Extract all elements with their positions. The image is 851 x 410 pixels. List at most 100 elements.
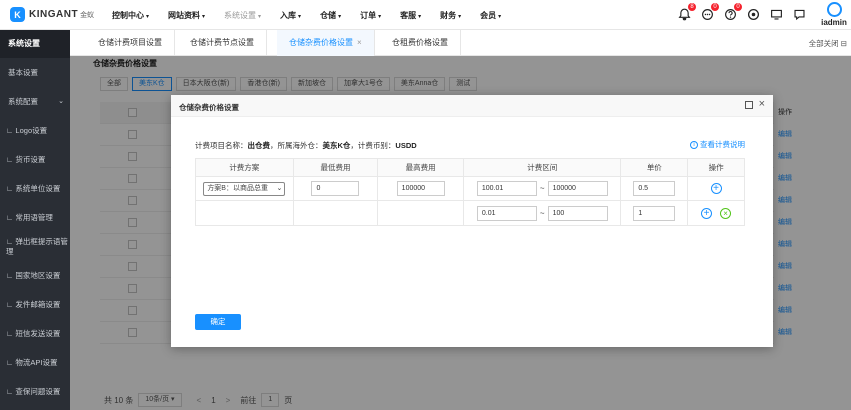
close-icon[interactable]: × bbox=[759, 98, 765, 110]
info-label: ，所属海外仓： bbox=[270, 141, 323, 150]
sidebar-item-popup-messages[interactable]: ∟ 弹出框提示语管理 bbox=[0, 232, 70, 261]
sidebar-item-insurance[interactable]: ∟ 查保问题设置 bbox=[0, 377, 70, 406]
sidebar-item-regions[interactable]: ∟ 国家地区设置 bbox=[0, 261, 70, 290]
topnav-label: 会员 bbox=[480, 11, 497, 20]
max-fee-input[interactable]: 100000 bbox=[396, 181, 445, 196]
page-tabs: 仓储计费项目设置 仓储计费节点设置 仓储杂费价格设置 × 仓租费价格设置 全部关闭… bbox=[70, 30, 851, 56]
chevron-down-icon: ⌄ bbox=[276, 184, 283, 192]
sidebar-item-phrases[interactable]: ∟ 常用语管理 bbox=[0, 203, 70, 232]
chevron-down-icon: ▾ bbox=[338, 14, 342, 20]
logo-mark: K bbox=[10, 7, 25, 22]
price-input[interactable]: 1 bbox=[633, 205, 676, 221]
tab-billing-nodes[interactable]: 仓储计费节点设置 bbox=[178, 30, 267, 56]
topnav-site-data[interactable]: 网站资料 ▾ bbox=[168, 10, 205, 21]
info-icon: i bbox=[690, 140, 698, 149]
tab-label: 仓储杂费价格设置 bbox=[289, 38, 353, 47]
chevron-down-icon: ▾ bbox=[418, 14, 422, 20]
price-settings-dialog: 仓储杂费价格设置 × 计费项目名称：出仓费，所属海外仓：美东K仓，计费币别：US… bbox=[171, 95, 773, 347]
sidebar-item-system-config[interactable]: 系统配置 ⌄ bbox=[0, 87, 70, 116]
chevron-down-icon: ▾ bbox=[258, 14, 262, 20]
topnav-storage[interactable]: 仓储 ▾ bbox=[320, 10, 341, 21]
table-header: 计费方案 最低费用 最高费用 计费区间 单价 操作 bbox=[196, 159, 744, 177]
topnav-members[interactable]: 会员 ▾ bbox=[480, 10, 501, 21]
column-header: 最低费用 bbox=[294, 159, 379, 176]
user-menu[interactable]: iadmin bbox=[820, 2, 848, 27]
topnav-inbound[interactable]: 入库 ▾ bbox=[280, 10, 301, 21]
sidebar-item-logo[interactable]: ∟ Logo设置 bbox=[0, 116, 70, 145]
sidebar-item-units[interactable]: ∟ 系统单位设置 bbox=[0, 174, 70, 203]
currency-code: USDD bbox=[395, 141, 417, 150]
table-row: 0.01 ~ 100 1 + × bbox=[196, 201, 744, 225]
column-header: 操作 bbox=[708, 163, 724, 172]
tab-billing-items[interactable]: 仓储计费项目设置 bbox=[86, 30, 175, 56]
help-badge: 0 bbox=[734, 3, 742, 11]
message-badge: 0 bbox=[711, 3, 719, 11]
scheme-select[interactable]: 方案B：以商品总重 ⌄ bbox=[203, 181, 286, 196]
dialog-header: 仓储杂费价格设置 × bbox=[171, 95, 773, 117]
min-fee-input[interactable]: 0 bbox=[311, 181, 360, 196]
sidebar-item-logistics-api[interactable]: ∟ 物流API设置 bbox=[0, 348, 70, 377]
remove-row-icon[interactable]: × bbox=[720, 207, 732, 219]
logo-text: KINGANT bbox=[29, 9, 79, 20]
sidebar-item-basic-settings[interactable]: 基本设置 bbox=[0, 58, 70, 87]
column-header: 计费方案 bbox=[196, 159, 294, 176]
range-cell: 100.01 ~ 100000 bbox=[464, 177, 622, 200]
range-cell: 0.01 ~ 100 bbox=[464, 201, 622, 225]
close-all-tabs-button[interactable]: 全部关闭 ⊟ bbox=[809, 38, 847, 49]
monitor-icon[interactable] bbox=[768, 6, 785, 23]
maximize-icon[interactable] bbox=[745, 101, 753, 109]
topnav-label: 财务 bbox=[440, 11, 457, 20]
range-from-input[interactable]: 0.01 bbox=[476, 205, 537, 221]
confirm-button[interactable]: 确定 bbox=[195, 314, 241, 330]
top-nav: 控制中心 ▾ 网站资料 ▾ 系统设置 ▾ 入库 ▾ 仓储 ▾ 订单 ▾ 客服 ▾ 财务 ▾ 会员… bbox=[112, 10, 520, 21]
chevron-down-icon: ▾ bbox=[298, 14, 302, 20]
range-separator: ~ bbox=[539, 208, 545, 218]
column-header: 单价 bbox=[621, 159, 689, 176]
topnav-label: 仓储 bbox=[320, 11, 337, 20]
fee-range-table: 计费方案 最低费用 最高费用 计费区间 单价 操作 方案B：以商品总重 ⌄ 0 1… bbox=[195, 158, 745, 226]
topnav-finance[interactable]: 财务 ▾ bbox=[440, 10, 461, 21]
target-icon[interactable] bbox=[745, 6, 762, 23]
column-header: 计费区间 bbox=[464, 159, 622, 176]
message-icon[interactable]: 0 bbox=[699, 3, 719, 23]
max-fee-cell bbox=[378, 201, 465, 225]
topnav-control-center[interactable]: 控制中心 ▾ bbox=[112, 10, 149, 21]
max-fee-cell: 100000 bbox=[378, 177, 465, 200]
min-fee-cell bbox=[294, 201, 379, 225]
range-to-input[interactable]: 100 bbox=[547, 205, 608, 221]
table-row: 方案B：以商品总重 ⌄ 0 100000 100.01 ~ 100000 0.5 … bbox=[196, 177, 744, 201]
tab-misc-fee-price[interactable]: 仓储杂费价格设置 × bbox=[277, 30, 375, 56]
bell-icon[interactable]: 8 bbox=[676, 3, 696, 23]
close-icon[interactable]: × bbox=[357, 38, 362, 47]
warehouse-name: 美东K仓 bbox=[322, 141, 351, 150]
chevron-down-icon: ▾ bbox=[498, 14, 502, 20]
sidebar-item-currency[interactable]: ∟ 货币设置 bbox=[0, 145, 70, 174]
range-to-input[interactable]: 100000 bbox=[547, 181, 608, 196]
sidebar-item-label: 系统配置 bbox=[8, 97, 38, 106]
chevron-down-icon: ▾ bbox=[378, 14, 382, 20]
tab-rent-price[interactable]: 仓租费价格设置 bbox=[380, 30, 461, 56]
action-cell: + × bbox=[688, 201, 744, 225]
app-logo[interactable]: K KINGANT 金蚁 bbox=[10, 7, 94, 22]
add-row-icon[interactable]: + bbox=[710, 183, 722, 194]
help-icon[interactable]: 0 bbox=[722, 3, 742, 23]
topnav-orders[interactable]: 订单 ▾ bbox=[360, 10, 381, 21]
chevron-down-icon: ▾ bbox=[202, 14, 206, 20]
billing-help-link[interactable]: i 查看计费说明 bbox=[690, 139, 745, 150]
add-row-icon[interactable]: + bbox=[701, 207, 713, 219]
topnav-support[interactable]: 客服 ▾ bbox=[400, 10, 421, 21]
topnav-label: 控制中心 bbox=[112, 11, 144, 20]
chevron-down-icon: ▾ bbox=[458, 14, 462, 20]
info-label: 计费项目名称： bbox=[195, 141, 248, 150]
sidebar-item-mailbox[interactable]: ∟ 发件邮箱设置 bbox=[0, 290, 70, 319]
sidebar-item-sms[interactable]: ∟ 短信发送设置 bbox=[0, 319, 70, 348]
range-from-input[interactable]: 100.01 bbox=[476, 181, 537, 196]
price-input[interactable]: 0.5 bbox=[633, 181, 676, 196]
min-fee-cell: 0 bbox=[294, 177, 379, 200]
column-header: 最高费用 bbox=[378, 159, 465, 176]
chevron-down-icon: ▾ bbox=[146, 14, 150, 20]
dialog-title: 仓储杂费价格设置 bbox=[179, 103, 239, 112]
logo-subtext: 金蚁 bbox=[80, 11, 95, 19]
topnav-system-settings[interactable]: 系统设置 ▾ bbox=[224, 10, 261, 21]
chat-icon[interactable] bbox=[791, 6, 808, 23]
